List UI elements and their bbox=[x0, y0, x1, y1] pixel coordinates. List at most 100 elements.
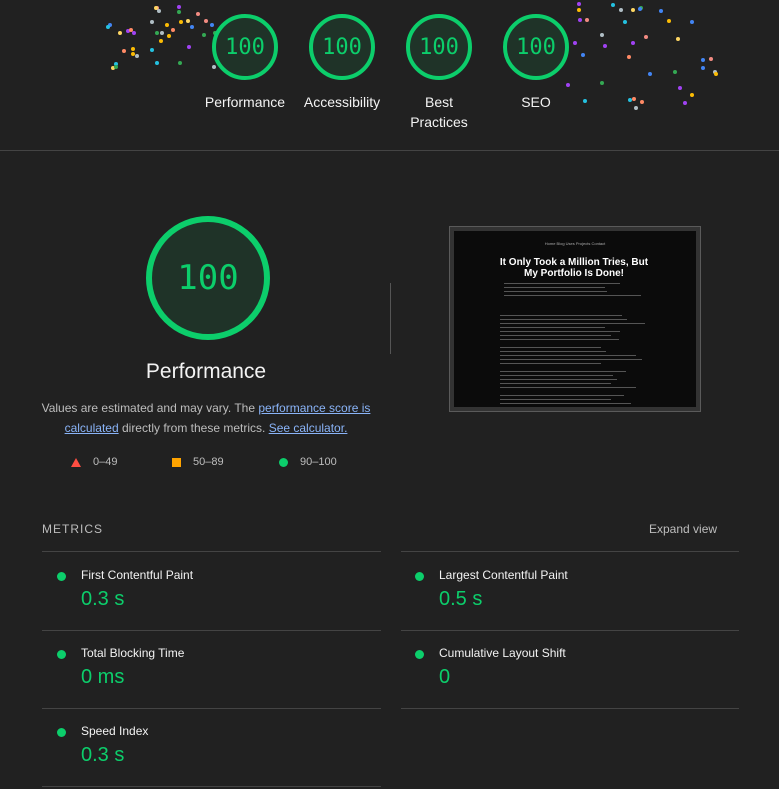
confetti-dot bbox=[602, 44, 607, 49]
confetti-dot bbox=[165, 23, 170, 28]
text-line bbox=[500, 379, 617, 380]
metric-label: Speed Index bbox=[81, 724, 149, 738]
confetti-dot bbox=[701, 65, 706, 70]
desc-text: directly from these metrics. bbox=[118, 421, 269, 435]
text-line bbox=[500, 395, 624, 396]
gauge-label: SEO bbox=[521, 94, 551, 110]
performance-score-ring: 100 bbox=[146, 216, 270, 340]
confetti-dot bbox=[627, 98, 632, 103]
confetti-dot bbox=[677, 86, 682, 91]
text-line bbox=[504, 287, 605, 288]
confetti-dot bbox=[121, 49, 126, 54]
confetti-dot bbox=[689, 19, 694, 24]
confetti-dot bbox=[672, 70, 677, 75]
divider bbox=[401, 708, 739, 709]
confetti-dot bbox=[186, 18, 191, 23]
legend-range: 0–49 bbox=[93, 456, 118, 468]
divider bbox=[401, 551, 739, 552]
legend-pass: 90–100 bbox=[279, 456, 337, 468]
text-line bbox=[500, 315, 622, 316]
confetti-dot bbox=[675, 37, 680, 42]
text-line bbox=[500, 359, 642, 360]
divider bbox=[42, 630, 381, 631]
divider bbox=[42, 708, 381, 709]
confetti-dot bbox=[683, 100, 688, 105]
final-screenshot[interactable]: Home Blog Uses Projects Contact It Only … bbox=[449, 226, 701, 412]
metric-label: Cumulative Layout Shift bbox=[439, 646, 566, 660]
metric-value: 0.3 s bbox=[81, 588, 125, 610]
pass-icon bbox=[57, 728, 66, 737]
confetti-dot bbox=[166, 34, 171, 39]
confetti-dot bbox=[176, 9, 181, 14]
text-line bbox=[500, 387, 636, 388]
score-ring: 100 bbox=[406, 14, 472, 80]
confetti-dot bbox=[583, 98, 588, 103]
confetti-dot bbox=[599, 81, 604, 86]
confetti-dot bbox=[156, 8, 161, 13]
confetti-dot bbox=[187, 44, 192, 49]
pass-icon bbox=[415, 650, 424, 659]
confetti-dot bbox=[134, 53, 139, 58]
screenshot-title: It Only Took a Million Tries, But My Por… bbox=[499, 257, 649, 279]
expand-view-button[interactable]: Expand view bbox=[649, 522, 717, 536]
calculator-link[interactable]: See calculator. bbox=[269, 421, 348, 435]
metric-value: 0 bbox=[439, 666, 451, 688]
text-line bbox=[500, 327, 605, 328]
metric-value: 0.5 s bbox=[439, 588, 483, 610]
text-line bbox=[500, 319, 627, 320]
confetti-dot bbox=[630, 41, 635, 46]
text-line bbox=[500, 351, 606, 352]
text-line bbox=[500, 335, 611, 336]
circle-icon bbox=[279, 457, 288, 467]
confetti-dot bbox=[623, 20, 628, 25]
gauge-performance[interactable]: 100 Performance bbox=[200, 14, 290, 112]
confetti-dot bbox=[159, 30, 164, 35]
text-line bbox=[504, 295, 641, 296]
gauge-seo[interactable]: 100 SEO bbox=[491, 14, 581, 112]
confetti-dot bbox=[113, 64, 118, 69]
metric-value: 0 ms bbox=[81, 666, 125, 688]
text-line bbox=[500, 355, 636, 356]
text-line bbox=[504, 291, 607, 292]
confetti-dot bbox=[105, 25, 110, 30]
divider bbox=[401, 630, 739, 631]
confetti-dot bbox=[618, 8, 623, 13]
metric-value: 0.3 s bbox=[81, 744, 125, 766]
desc-text: Values are estimated and may vary. The bbox=[41, 401, 259, 415]
confetti-dot bbox=[581, 52, 586, 57]
confetti-dot bbox=[154, 30, 159, 35]
text-line bbox=[500, 331, 620, 332]
text-line bbox=[504, 283, 620, 284]
confetti-dot bbox=[150, 19, 155, 24]
legend-range: 50–89 bbox=[193, 456, 224, 468]
gauge-accessibility[interactable]: 100 Accessibility bbox=[297, 14, 387, 112]
confetti-dot bbox=[577, 2, 582, 7]
confetti-dot bbox=[610, 3, 615, 8]
pass-icon bbox=[57, 572, 66, 581]
text-line bbox=[500, 375, 613, 376]
confetti-dot bbox=[118, 31, 123, 36]
divider bbox=[42, 551, 381, 552]
gauge-label: Accessibility bbox=[303, 94, 381, 110]
confetti-dot bbox=[585, 18, 590, 23]
text-line bbox=[500, 339, 619, 340]
confetti-dot bbox=[713, 72, 718, 77]
confetti-dot bbox=[178, 19, 183, 24]
confetti-dot bbox=[177, 5, 182, 10]
gauge-best-practices[interactable]: 100 Best Practices bbox=[394, 14, 484, 132]
confetti-dot bbox=[631, 8, 636, 13]
metric-label: Total Blocking Time bbox=[81, 646, 185, 660]
confetti-dot bbox=[708, 56, 713, 61]
text-line bbox=[500, 399, 611, 400]
text-line bbox=[500, 403, 631, 404]
confetti-dot bbox=[577, 7, 582, 12]
score-ring: 100 bbox=[212, 14, 278, 80]
square-icon bbox=[172, 457, 181, 467]
legend-range: 90–100 bbox=[300, 456, 337, 468]
confetti-dot bbox=[155, 61, 160, 66]
confetti-dot bbox=[648, 71, 653, 76]
gauge-label: Performance bbox=[204, 94, 286, 110]
triangle-icon bbox=[71, 457, 81, 467]
performance-title: Performance bbox=[145, 360, 267, 383]
confetti-dot bbox=[658, 9, 663, 14]
